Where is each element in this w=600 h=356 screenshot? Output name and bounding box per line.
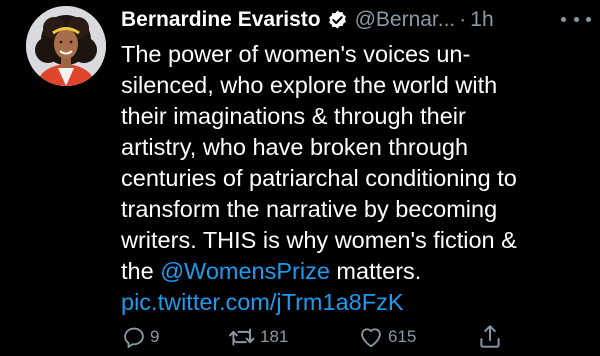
- like-button[interactable]: 615: [357, 322, 416, 352]
- reply-count: 9: [150, 327, 160, 346]
- avatar[interactable]: [26, 6, 106, 86]
- share-icon: [480, 325, 500, 348]
- tweet-header: Bernardine Evaristo @Bernar... · 1h: [121, 0, 591, 40]
- tweet-card[interactable]: Bernardine Evaristo @Bernar... · 1h The …: [0, 0, 600, 356]
- tweet-text-line: The power of women's voices un-: [121, 41, 471, 67]
- verified-badge-icon: [326, 9, 349, 32]
- retweet-count: 181: [260, 327, 289, 346]
- tweet-text-line: their imaginations & through their: [121, 103, 466, 129]
- retweet-button[interactable]: 181: [227, 322, 288, 352]
- media-link[interactable]: pic.twitter.com/jTrm1a8FzK: [121, 287, 591, 318]
- mention-suffix: matters.: [329, 258, 422, 284]
- share-button[interactable]: [477, 322, 503, 352]
- tweet-timestamp[interactable]: 1h: [470, 8, 493, 32]
- avatar-photo-icon: [26, 6, 106, 86]
- header-separator: ·: [459, 8, 467, 31]
- tweet-text-line: transform the narrative by becoming: [121, 196, 498, 222]
- reply-button[interactable]: 9: [121, 322, 159, 352]
- retweet-icon: [229, 328, 255, 346]
- more-options-icon[interactable]: [561, 12, 591, 26]
- author-name[interactable]: Bernardine Evaristo: [121, 8, 321, 32]
- tweet-text-line: writers. THIS is why women's fiction &: [121, 227, 517, 253]
- author-handle[interactable]: @Bernar...: [355, 8, 456, 32]
- tweet-text-line: silenced, who explore the world with: [121, 72, 498, 98]
- tweet-content: Bernardine Evaristo @Bernar... · 1h The …: [121, 0, 591, 318]
- tweet-text: The power of women's voices un- silenced…: [121, 39, 591, 318]
- mention-link[interactable]: @WomensPrize: [160, 258, 330, 284]
- tweet-text-line: centuries of patriarchal conditioning to: [121, 165, 517, 191]
- like-count: 615: [388, 327, 417, 346]
- tweet-actions: 9 181 615: [121, 322, 521, 352]
- mention-prefix: the: [121, 258, 161, 284]
- heart-icon: [361, 328, 381, 348]
- reply-icon: [124, 327, 144, 348]
- tweet-text-line: artistry, who have broken through: [121, 134, 469, 160]
- tweet-text-line-mention: the @WomensPrize matters.: [121, 256, 591, 287]
